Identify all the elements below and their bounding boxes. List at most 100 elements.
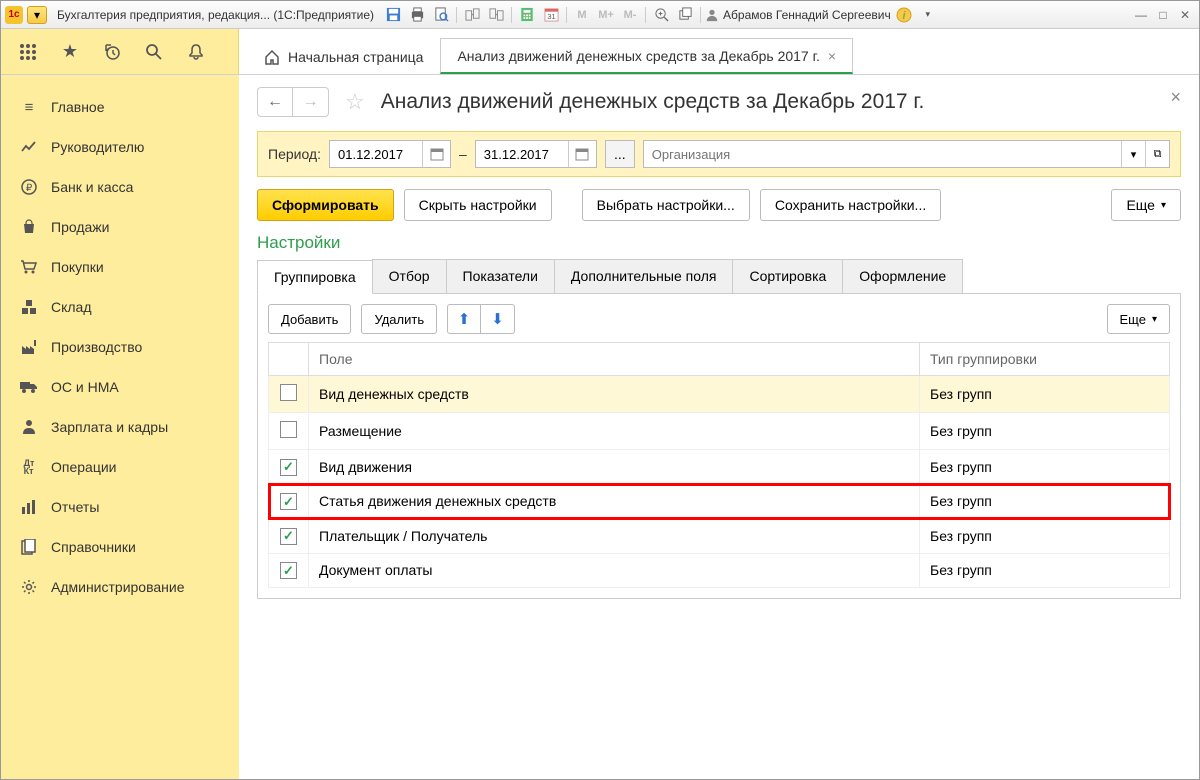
app-1c-icon: 1c [5,6,23,24]
col-field: Поле [309,343,920,376]
row-checkbox[interactable]: ✓ [280,459,297,476]
nav-forward-button[interactable]: → [293,87,329,117]
save-settings-button[interactable]: Сохранить настройки... [760,189,941,221]
factory-icon [19,337,39,357]
date-from-input[interactable] [329,140,451,168]
period-picker-button[interactable]: ... [605,140,635,168]
calendar-from-icon[interactable] [422,141,450,167]
info-icon[interactable]: i [893,5,915,25]
compare-out-icon[interactable] [461,5,483,25]
sidebar-item-production[interactable]: Производство [1,327,239,367]
zoom-in-icon[interactable] [650,5,672,25]
preview-icon[interactable] [430,5,452,25]
tab-report[interactable]: Анализ движений денежных средств за Дека… [440,38,853,74]
move-up-button[interactable]: ⬆ [447,304,481,334]
calendar-to-icon[interactable] [568,141,596,167]
table-row[interactable]: ✓Статья движения денежных средствБез гру… [269,484,1170,519]
books-icon [19,537,39,557]
delete-button[interactable]: Удалить [361,304,437,334]
sidebar-item-main[interactable]: ≡Главное [1,87,239,127]
tab-format[interactable]: Оформление [842,259,963,293]
sidebar-item-hr[interactable]: Зарплата и кадры [1,407,239,447]
sidebar-item-catalogs[interactable]: Справочники [1,527,239,567]
tab-grouping[interactable]: Группировка [257,260,373,294]
sidebar-item-warehouse[interactable]: Склад [1,287,239,327]
more-button[interactable]: Еще▾ [1111,189,1181,221]
table-row[interactable]: ✓Плательщик / ПолучательБез групп [269,519,1170,554]
sidebar-item-bank[interactable]: ₽Банк и касса [1,167,239,207]
row-field: Размещение [309,413,920,450]
windows-icon[interactable] [674,5,696,25]
bag-icon [19,217,39,237]
cart-icon [19,257,39,277]
maximize-button[interactable]: □ [1153,6,1173,24]
tab-sort[interactable]: Сортировка [732,259,843,293]
history-icon[interactable] [101,41,123,63]
tab-close-icon[interactable]: × [828,48,836,64]
apps-icon[interactable] [17,41,39,63]
row-checkbox[interactable] [280,421,297,438]
org-open-icon[interactable]: ⧉ [1145,141,1169,167]
tab-indicators[interactable]: Показатели [446,259,555,293]
tab-extra-fields[interactable]: Дополнительные поля [554,259,734,293]
nav-back-button[interactable]: ← [257,87,293,117]
m-minus-icon[interactable]: M- [619,5,641,25]
calculator-icon[interactable] [516,5,538,25]
tab-home[interactable]: Начальная страница [247,38,440,74]
user-label[interactable]: Абрамов Геннадий Сергеевич [705,8,891,22]
row-field: Вид движения [309,450,920,485]
add-button[interactable]: Добавить [268,304,351,334]
col-checkbox [269,343,309,376]
table-row[interactable]: ✓Вид движенияБез групп [269,450,1170,485]
favorite-star-icon[interactable]: ☆ [345,89,365,115]
settings-tabs: Группировка Отбор Показатели Дополнитель… [257,259,1181,294]
search-icon[interactable] [143,41,165,63]
page-title: Анализ движений денежных средств за Дека… [381,90,925,114]
minimize-button[interactable]: — [1131,6,1151,24]
info-dropdown-icon[interactable]: ▾ [917,5,939,25]
choose-settings-button[interactable]: Выбрать настройки... [582,189,750,221]
sidebar-item-manager[interactable]: Руководителю [1,127,239,167]
sidebar: ≡Главное Руководителю ₽Банк и касса Прод… [1,75,239,779]
calendar-icon[interactable]: 31 [540,5,562,25]
row-checkbox[interactable]: ✓ [280,562,297,579]
app-menu-dropdown[interactable]: ▾ [27,6,47,24]
sidebar-item-sales[interactable]: Продажи [1,207,239,247]
row-checkbox[interactable]: ✓ [280,493,297,510]
compare-in-icon[interactable] [485,5,507,25]
favorite-icon[interactable]: ★ [59,41,81,63]
date-to-input[interactable] [475,140,597,168]
tab-filter[interactable]: Отбор [372,259,447,293]
save-icon[interactable] [382,5,404,25]
table-row[interactable]: ✓Документ оплатыБез групп [269,553,1170,588]
table-row[interactable]: РазмещениеБез групп [269,413,1170,450]
grid-more-button[interactable]: Еще▾ [1107,304,1170,334]
content: × ← → ☆ Анализ движений денежных средств… [239,75,1199,779]
row-type: Без групп [920,484,1170,519]
chart-icon [19,497,39,517]
move-down-button[interactable]: ⬇ [481,304,515,334]
row-checkbox[interactable]: ✓ [280,528,297,545]
sidebar-item-admin[interactable]: Администрирование [1,567,239,607]
close-window-button[interactable]: ✕ [1175,6,1195,24]
row-checkbox[interactable] [280,384,297,401]
sidebar-item-purchases[interactable]: Покупки [1,247,239,287]
bell-icon[interactable] [185,41,207,63]
print-icon[interactable] [406,5,428,25]
generate-button[interactable]: Сформировать [257,189,394,221]
hide-settings-button[interactable]: Скрыть настройки [404,189,552,221]
person-icon [19,417,39,437]
trend-icon [19,137,39,157]
sidebar-item-operations[interactable]: ДтКтОперации [1,447,239,487]
titlebar: 1c ▾ Бухгалтерия предприятия, редакция..… [1,1,1199,29]
table-row[interactable]: Вид денежных средствБез групп [269,376,1170,413]
sidebar-item-reports[interactable]: Отчеты [1,487,239,527]
menu-lines-icon: ≡ [19,97,39,117]
m-plus-icon[interactable]: M+ [595,5,617,25]
content-close-button[interactable]: × [1170,87,1181,108]
m-icon[interactable]: M [571,5,593,25]
period-label: Период: [268,146,321,162]
organization-input[interactable]: ▾ ⧉ [643,140,1170,168]
org-dropdown-icon[interactable]: ▾ [1121,141,1145,167]
sidebar-item-assets[interactable]: ОС и НМА [1,367,239,407]
